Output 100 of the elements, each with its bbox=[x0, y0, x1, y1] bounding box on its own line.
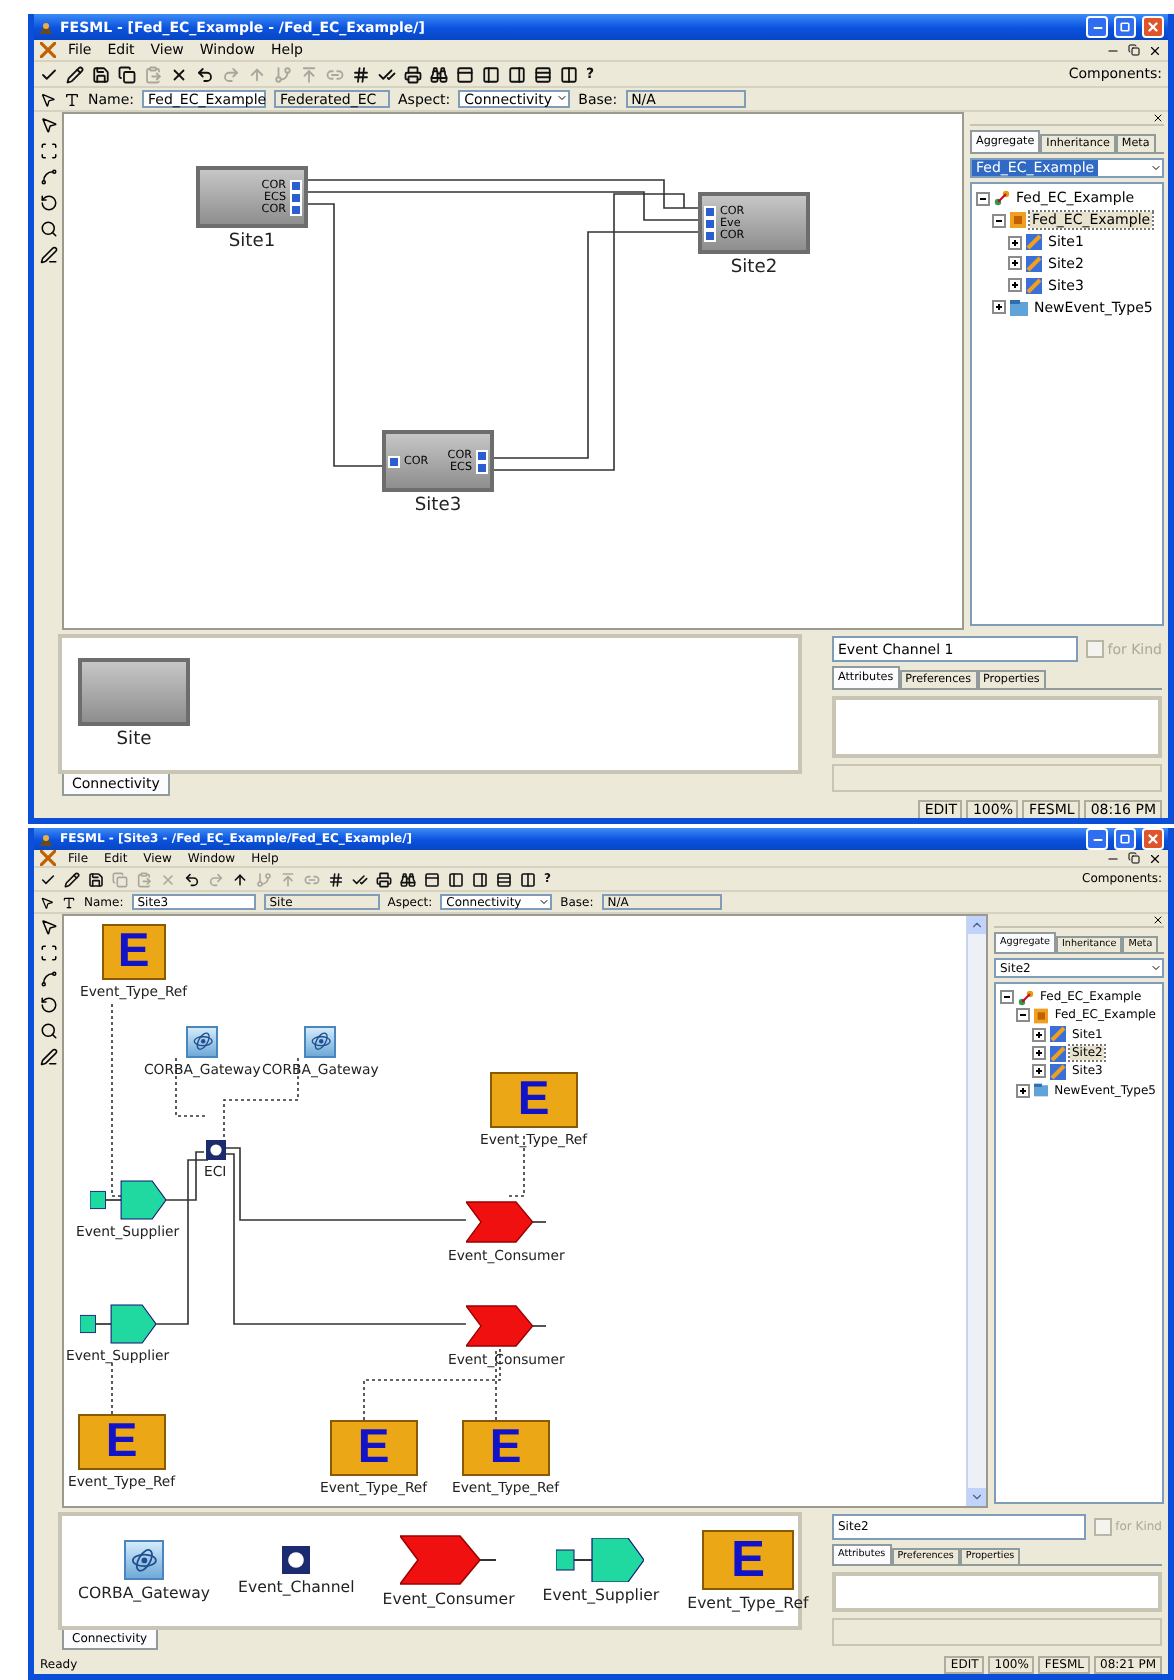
scroll-up-icon[interactable] bbox=[970, 918, 984, 932]
pencil-icon[interactable] bbox=[64, 871, 80, 887]
binoculars-icon[interactable] bbox=[430, 65, 448, 83]
channel-icon[interactable] bbox=[205, 1140, 226, 1160]
expand-icon[interactable] bbox=[992, 300, 1006, 315]
search-icon[interactable] bbox=[39, 1022, 57, 1040]
binoculars-icon[interactable] bbox=[400, 871, 416, 887]
pen-icon[interactable] bbox=[39, 246, 57, 264]
panel-icon[interactable] bbox=[456, 65, 474, 83]
pen-icon[interactable] bbox=[39, 1048, 57, 1066]
hash-icon[interactable] bbox=[352, 65, 370, 83]
site-icon bbox=[1026, 277, 1042, 294]
close-icon[interactable] bbox=[170, 65, 188, 83]
type-ref-tile[interactable]: E bbox=[77, 1414, 166, 1470]
close-icon[interactable] bbox=[1148, 851, 1162, 865]
double-check-icon[interactable] bbox=[378, 65, 396, 83]
hash-icon[interactable] bbox=[328, 871, 344, 887]
type-ref-tile[interactable]: E bbox=[489, 1072, 578, 1128]
rows-icon[interactable] bbox=[496, 871, 512, 887]
document-icon bbox=[40, 850, 56, 866]
part-label: Site bbox=[116, 730, 152, 750]
expand-icon[interactable] bbox=[1008, 235, 1022, 250]
panel-icon[interactable] bbox=[508, 65, 526, 83]
undo-icon[interactable] bbox=[196, 65, 214, 83]
expand-icon[interactable] bbox=[1008, 256, 1022, 271]
expand-icon[interactable] bbox=[1032, 1064, 1046, 1079]
rows-icon[interactable] bbox=[534, 65, 552, 83]
model-icon bbox=[1034, 1007, 1049, 1024]
expand-icon[interactable] bbox=[1032, 1046, 1046, 1061]
type-ref-tile[interactable]: E bbox=[329, 1420, 418, 1476]
check-icon[interactable] bbox=[40, 65, 58, 83]
rotate-icon[interactable] bbox=[39, 996, 57, 1014]
connect-icon[interactable] bbox=[39, 970, 57, 988]
panel-icon[interactable] bbox=[448, 871, 464, 887]
consumer-shape[interactable] bbox=[466, 1200, 547, 1244]
panel-icon[interactable] bbox=[424, 871, 440, 887]
restore-icon[interactable] bbox=[1128, 44, 1140, 56]
supplier-shape[interactable] bbox=[89, 1180, 166, 1220]
expand-icon[interactable] bbox=[1032, 1027, 1046, 1042]
app-icon bbox=[38, 19, 54, 35]
maximize-button[interactable] bbox=[1114, 16, 1136, 38]
type-ref-tile[interactable]: E bbox=[101, 924, 166, 980]
gateway-icon[interactable] bbox=[124, 1540, 165, 1580]
consumer-shape[interactable] bbox=[400, 1534, 497, 1586]
rotate-icon[interactable] bbox=[39, 194, 57, 212]
close-button[interactable] bbox=[1142, 828, 1164, 850]
close-icon[interactable] bbox=[1152, 914, 1164, 926]
gateway-icon[interactable] bbox=[186, 1026, 219, 1058]
zoom-area-icon[interactable] bbox=[39, 142, 57, 160]
collapse-icon[interactable] bbox=[1000, 990, 1014, 1005]
columns-icon[interactable] bbox=[520, 871, 536, 887]
scrollbar[interactable] bbox=[966, 916, 986, 1506]
connect-icon[interactable] bbox=[39, 168, 57, 186]
channel-icon[interactable] bbox=[282, 1546, 311, 1574]
gateway-icon[interactable] bbox=[304, 1026, 337, 1058]
copy-icon[interactable] bbox=[118, 65, 136, 83]
collapse-icon[interactable] bbox=[976, 191, 990, 206]
save-icon[interactable] bbox=[88, 871, 104, 887]
panel-icon[interactable] bbox=[472, 871, 488, 887]
undo-icon[interactable] bbox=[184, 871, 200, 887]
arrow-up-icon[interactable] bbox=[232, 871, 248, 887]
text-icon[interactable] bbox=[62, 895, 76, 909]
columns-icon[interactable] bbox=[560, 65, 578, 83]
expand-icon[interactable] bbox=[1008, 278, 1022, 293]
pencil-icon[interactable] bbox=[66, 65, 84, 83]
port-icon[interactable] bbox=[388, 455, 400, 467]
double-check-icon[interactable] bbox=[352, 871, 368, 887]
minimize-button[interactable] bbox=[1086, 16, 1108, 38]
close-button[interactable] bbox=[1142, 16, 1164, 38]
type-ref-tile[interactable]: E bbox=[461, 1420, 550, 1476]
scroll-down-icon[interactable] bbox=[970, 1490, 984, 1504]
text-icon[interactable] bbox=[64, 91, 80, 107]
check-icon[interactable] bbox=[40, 871, 56, 887]
site-block[interactable] bbox=[78, 658, 190, 726]
expand-icon[interactable] bbox=[1016, 1083, 1030, 1098]
panel-icon[interactable] bbox=[482, 65, 500, 83]
close-icon[interactable] bbox=[1152, 112, 1164, 124]
maximize-button[interactable] bbox=[1114, 828, 1136, 850]
collapse-icon[interactable] bbox=[1016, 1008, 1030, 1023]
search-icon[interactable] bbox=[39, 220, 57, 238]
type-ref-tile[interactable]: E bbox=[701, 1530, 794, 1590]
restore-icon[interactable] bbox=[1128, 852, 1140, 864]
minimize-button[interactable] bbox=[1086, 828, 1108, 850]
node-label: Site3 bbox=[414, 496, 462, 516]
collapse-icon[interactable] bbox=[992, 213, 1006, 228]
close-icon bbox=[1146, 832, 1160, 846]
close-icon[interactable] bbox=[1148, 43, 1162, 57]
type-icon bbox=[1034, 1082, 1049, 1099]
printer-icon[interactable] bbox=[404, 65, 422, 83]
connection-line bbox=[111, 1359, 113, 1415]
printer-icon[interactable] bbox=[376, 871, 392, 887]
supplier-shape[interactable] bbox=[556, 1538, 645, 1582]
node-label: Site2 bbox=[730, 258, 778, 278]
save-icon[interactable] bbox=[92, 65, 110, 83]
maximize-icon bbox=[1120, 22, 1130, 32]
type-icon bbox=[1010, 299, 1028, 316]
consumer-shape[interactable] bbox=[466, 1304, 547, 1348]
zoom-area-icon[interactable] bbox=[39, 944, 57, 962]
supplier-shape[interactable] bbox=[79, 1304, 156, 1344]
app-icon bbox=[38, 831, 54, 847]
